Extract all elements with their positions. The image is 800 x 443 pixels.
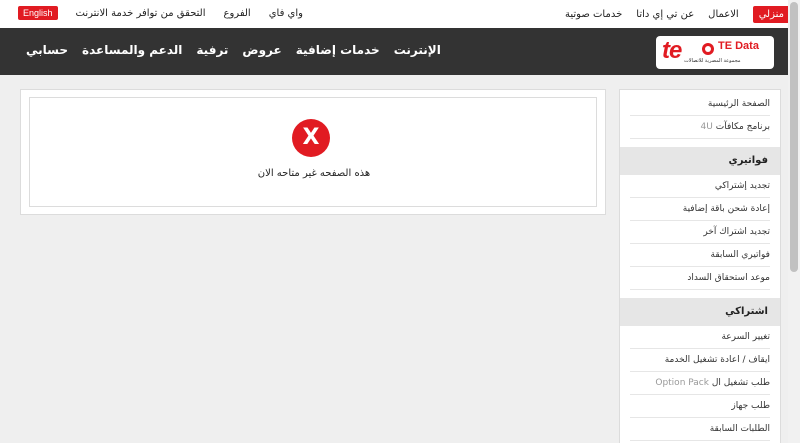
top-utility-bar: منزلي الاعمال عن تي إي داتا خدمات صوتية … — [0, 0, 800, 28]
wifi-link[interactable]: واي فاي — [269, 8, 303, 19]
sidebar-item-due-date[interactable]: موعد استحقاق السداد — [630, 267, 770, 290]
branches-link[interactable]: الفروع — [224, 8, 251, 19]
sidebar-item-label: إعادة شحن باقة إضافية — [682, 204, 770, 214]
page-scrollbar[interactable] — [788, 0, 800, 443]
error-box: X هذه الصفحه غير متاحه الان — [29, 97, 597, 207]
sidebar-item-previous-requests[interactable]: الطلبات السابقة — [630, 418, 770, 441]
sidebar-item-suffix: Option Pack — [655, 378, 709, 388]
top-utility-links: English التحقق من توافر خدمة الانترنت ال… — [18, 6, 303, 20]
sidebar-item-label: تجديد إشتراكي — [714, 181, 770, 191]
sidebar-section-bills: فواتيري — [620, 147, 780, 175]
nav-item-extra-services[interactable]: خدمات إضافية — [296, 43, 380, 57]
nav-item-offers[interactable]: عروض — [242, 43, 281, 57]
sidebar-item-label: تغيير السرعة — [721, 332, 770, 342]
sidebar-item-label: طلب جهاز — [731, 401, 770, 411]
nav-item-entertainment[interactable]: ترفية — [196, 43, 228, 57]
nav-menu: الإنترنت خدمات إضافية عروض ترفية الدعم و… — [26, 43, 441, 57]
sidebar-item-rewards[interactable]: برنامج مكافآت 4U — [630, 116, 770, 139]
sidebar-item-label: فواتيري السابقة — [710, 250, 770, 260]
sidebar-item-label: ايقاف / اعادة تشغيل الخدمة — [664, 355, 770, 365]
sidebar-item-suffix: 4U — [700, 122, 713, 132]
sidebar-item-label: الطلبات السابقة — [709, 424, 770, 434]
home-segment-link[interactable]: منزلي — [752, 6, 790, 23]
language-toggle-button[interactable]: English — [18, 6, 58, 20]
voice-services-link[interactable]: خدمات صوتية — [565, 9, 622, 20]
main-content-panel: X هذه الصفحه غير متاحه الان — [20, 89, 606, 215]
account-sidebar: الصفحة الرئيسية برنامج مكافآت 4U فواتيري… — [619, 89, 781, 443]
sidebar-item-label: تجديد اشتراك آخر — [703, 227, 770, 237]
coverage-check-link[interactable]: التحقق من توافر خدمة الانترنت — [76, 8, 206, 19]
sidebar-item-label: الصفحة الرئيسية — [707, 99, 770, 109]
sidebar-section-subscription: اشتراكي — [620, 298, 780, 326]
about-link[interactable]: عن تي إي داتا — [636, 9, 694, 20]
nav-item-my-account[interactable]: حسابي — [26, 43, 68, 57]
sidebar-item-suspend-resume[interactable]: ايقاف / اعادة تشغيل الخدمة — [630, 349, 770, 372]
logo-mark: te — [662, 37, 682, 64]
sidebar-item-label: برنامج مكافآت — [715, 122, 770, 132]
sidebar-item-change-speed[interactable]: تغيير السرعة — [630, 326, 770, 349]
business-segment-link[interactable]: الاعمال — [708, 9, 739, 20]
sidebar-item-recharge-extra[interactable]: إعادة شحن باقة إضافية — [630, 198, 770, 221]
logo-tagline: مجموعة المصرية للاتصالات — [684, 58, 741, 64]
scrollbar-thumb[interactable] — [790, 2, 798, 272]
te-data-logo[interactable]: te TE Data مجموعة المصرية للاتصالات — [656, 36, 774, 69]
sidebar-item-renew-subscription[interactable]: تجديد إشتراكي — [630, 175, 770, 198]
logo-dot-icon — [702, 43, 714, 55]
sidebar-item-option-pack[interactable]: طلب تشغيل ال Option Pack — [630, 372, 770, 395]
sidebar-item-label: طلب تشغيل ال — [711, 378, 770, 388]
sidebar-item-previous-bills[interactable]: فواتيري السابقة — [630, 244, 770, 267]
logo-brand: TE Data — [718, 40, 759, 52]
sidebar-item-home[interactable]: الصفحة الرئيسية — [630, 93, 770, 116]
nav-item-internet[interactable]: الإنترنت — [394, 43, 441, 57]
sidebar-item-renew-other[interactable]: تجديد اشتراك آخر — [630, 221, 770, 244]
error-message: هذه الصفحه غير متاحه الان — [257, 168, 371, 179]
error-x-icon: X — [292, 119, 330, 157]
top-segment-links: منزلي الاعمال عن تي إي داتا خدمات صوتية — [565, 6, 790, 23]
main-navigation: te TE Data مجموعة المصرية للاتصالات الإن… — [0, 28, 800, 75]
nav-item-support[interactable]: الدعم والمساعدة — [82, 43, 182, 57]
sidebar-item-request-device[interactable]: طلب جهاز — [630, 395, 770, 418]
sidebar-item-label: موعد استحقاق السداد — [687, 273, 770, 283]
